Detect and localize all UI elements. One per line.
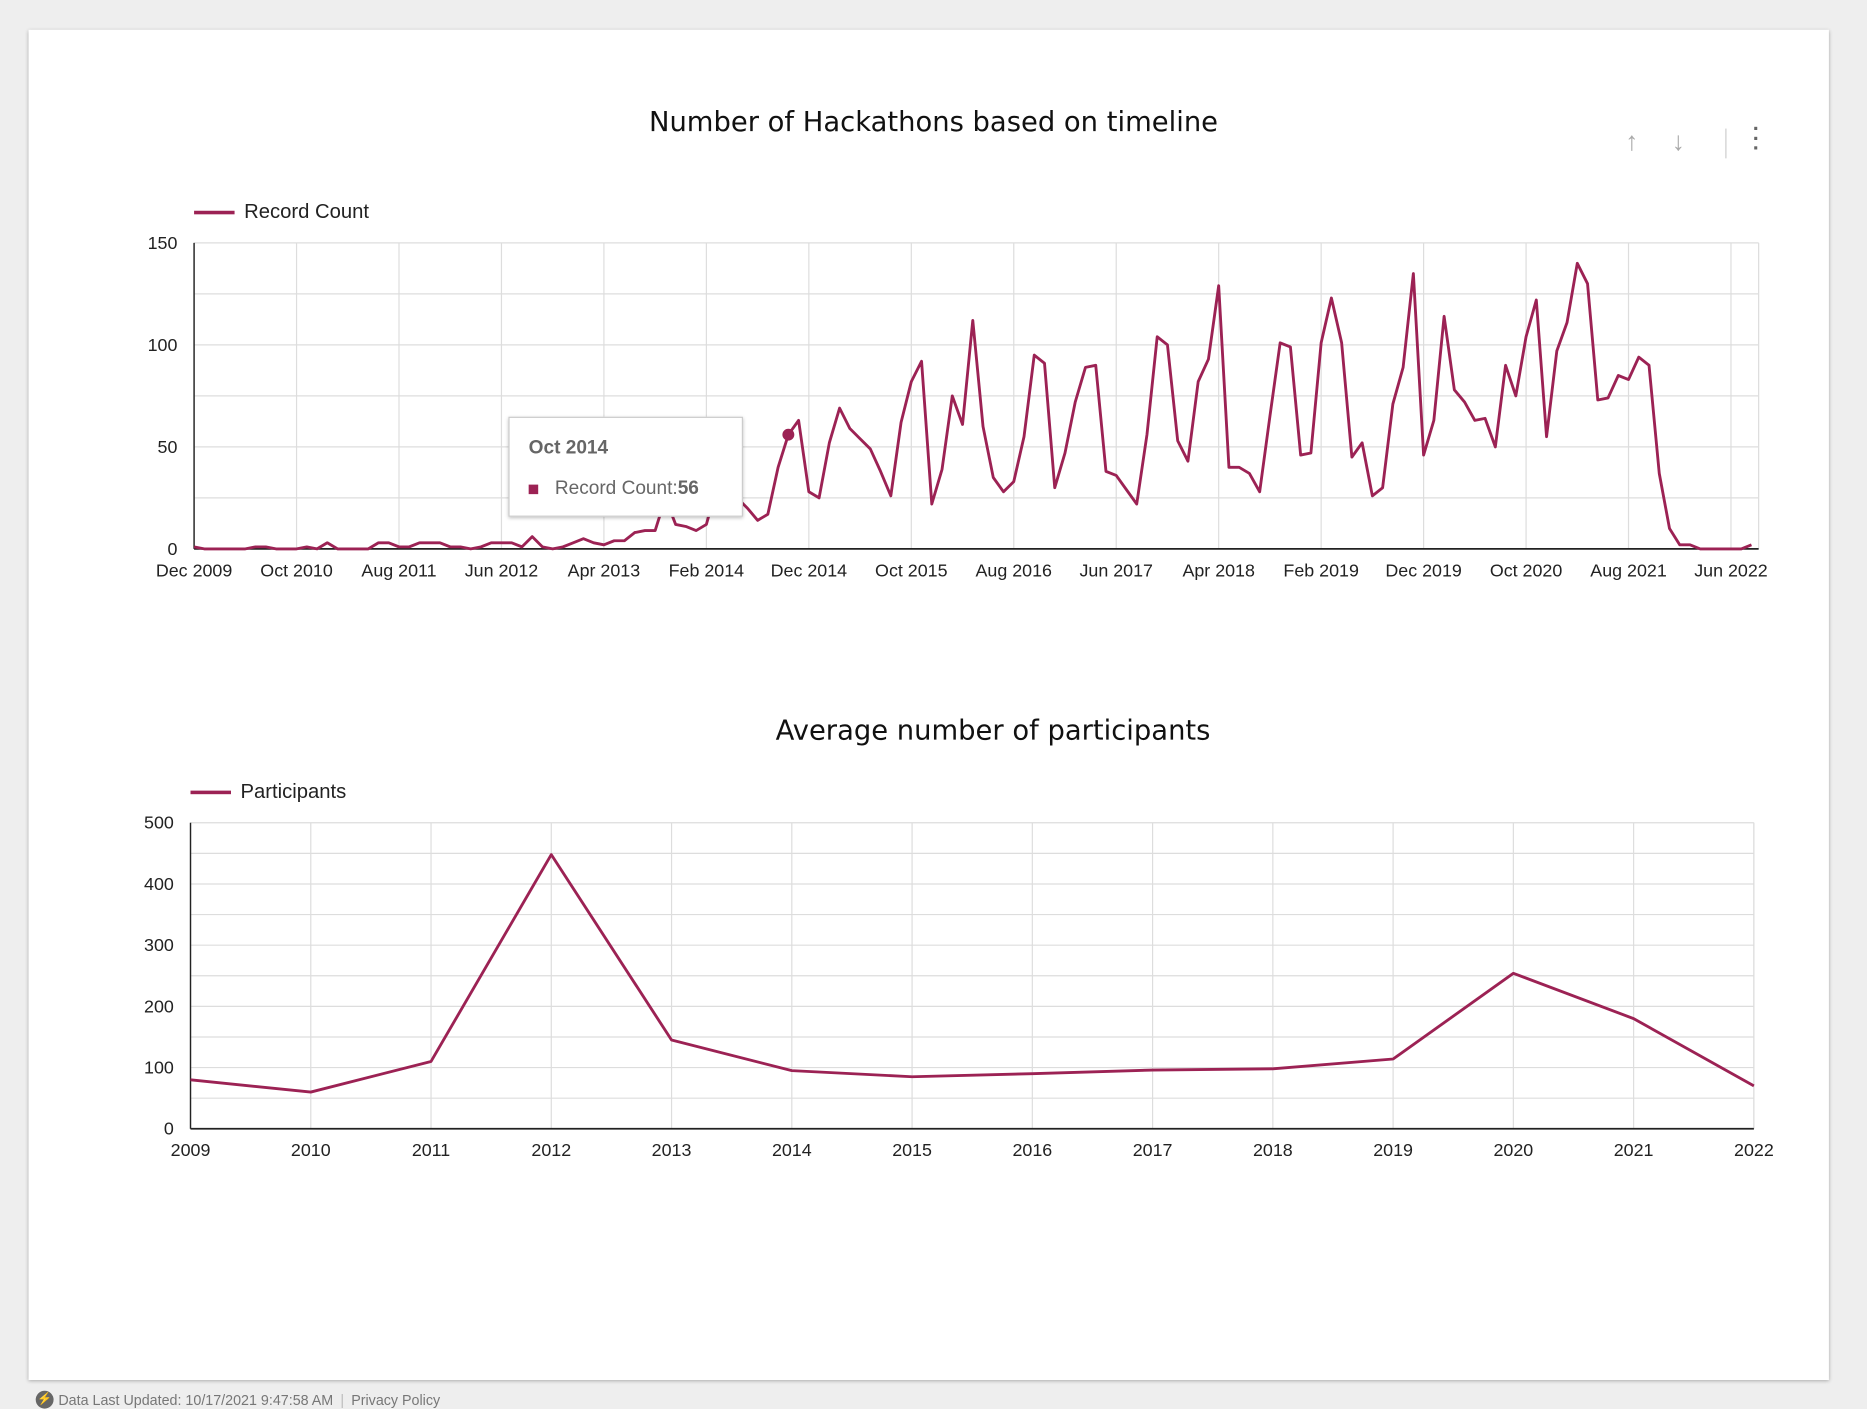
last-updated: Data Last Updated: 10/17/2021 9:47:58 AM	[58, 1391, 333, 1408]
x-tick-label: Oct 2010	[260, 560, 333, 580]
x-tick-label: 2011	[412, 1140, 450, 1160]
x-tick-label: Jun 2017	[1079, 560, 1153, 580]
x-tick-label: Apr 2013	[568, 560, 641, 580]
charts-canvas: Dec 2009 Oct 2010 Aug 2011 Jun 2012 Apr 2013…	[0, 0, 1867, 1404]
x-tick-label: Dec 2019	[1385, 560, 1462, 580]
x-tick-label: 2017	[1133, 1140, 1173, 1160]
y-tick-label: 0	[167, 539, 177, 559]
x-tick-label: Oct 2020	[1490, 560, 1563, 580]
x-tick-label: 2009	[171, 1140, 211, 1160]
x-tick-label: Jun 2022	[1694, 560, 1768, 580]
x-tick-label: Feb 2019	[1283, 560, 1359, 580]
x-tick-label: 2010	[291, 1140, 331, 1160]
highlighted-point	[782, 429, 794, 441]
x-tick-label: Dec 2014	[771, 560, 848, 580]
x-tick-label: 2022	[1734, 1140, 1774, 1160]
tooltip-date: Oct 2014	[529, 438, 608, 459]
privacy-policy-link[interactable]: Privacy Policy	[351, 1391, 440, 1408]
x-tick-label: Aug 2016	[976, 560, 1053, 580]
x-tick-label: 2014	[772, 1140, 812, 1160]
tooltip-label: Record Count:	[555, 479, 678, 500]
x-tick-label: 2015	[892, 1140, 932, 1160]
y-tick-label: 300	[144, 935, 174, 955]
footer-divider: |	[340, 1391, 344, 1408]
x-tick-label: 2013	[652, 1140, 692, 1160]
bolt-icon: ⚡	[36, 1391, 54, 1409]
x-tick-label: Feb 2014	[669, 560, 745, 580]
tooltip-value: 56	[678, 479, 699, 500]
series-line	[194, 263, 1751, 549]
x-tick-label: 2021	[1614, 1140, 1654, 1160]
tooltip: Oct 2014 Record Count: 56	[508, 417, 743, 517]
x-tick-label: 2018	[1253, 1140, 1293, 1160]
y-tick-label: 150	[148, 233, 178, 253]
x-tick-label: Aug 2011	[361, 560, 436, 580]
x-tick-label: Apr 2018	[1182, 560, 1255, 580]
x-tick-label: Jun 2012	[465, 560, 539, 580]
y-tick-label: 0	[164, 1119, 174, 1139]
footer: ⚡ Data Last Updated: 10/17/2021 9:47:58 …	[36, 1391, 440, 1409]
x-tick-label: 2012	[531, 1140, 571, 1160]
tooltip-swatch	[529, 485, 539, 495]
x-tick-label: Aug 2021	[1590, 560, 1667, 580]
x-tick-label: Dec 2009	[156, 560, 233, 580]
x-tick-label: 2020	[1493, 1140, 1533, 1160]
x-tick-label: 2016	[1012, 1140, 1052, 1160]
y-tick-label: 100	[148, 335, 178, 355]
y-tick-label: 100	[144, 1058, 174, 1078]
y-tick-label: 500	[144, 813, 174, 833]
y-tick-label: 50	[158, 437, 178, 457]
y-tick-label: 400	[144, 874, 174, 894]
x-tick-label: Oct 2015	[875, 560, 948, 580]
y-tick-label: 200	[144, 996, 174, 1016]
x-tick-label: 2019	[1373, 1140, 1413, 1160]
series-line	[191, 855, 1754, 1092]
